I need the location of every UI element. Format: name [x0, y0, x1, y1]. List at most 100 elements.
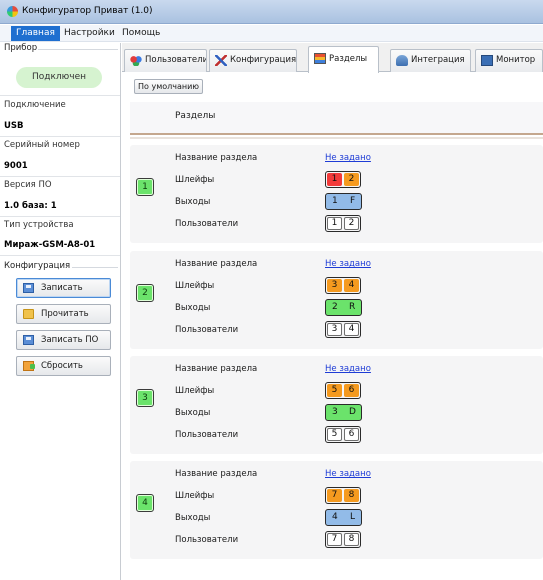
divider	[0, 95, 120, 96]
write-firmware-button-label: Записать ПО	[41, 335, 99, 345]
tab-monitor-label: Монитор	[496, 55, 536, 65]
tools-icon	[215, 55, 227, 66]
outputs-chip[interactable]: 1 F	[325, 193, 362, 210]
menu-item-settings[interactable]: Настройки	[59, 26, 120, 41]
tab-bar: Пользователи Конфигурация Разделы Интегр…	[122, 43, 543, 73]
outputs-chip[interactable]: 3 D	[325, 404, 362, 421]
users-chips[interactable]: 3 4	[325, 321, 361, 338]
serial-number-value: 9001	[4, 161, 28, 171]
outputs-chip[interactable]: 2 R	[325, 299, 362, 316]
users-chips[interactable]: 7 8	[325, 531, 361, 548]
loop-chip[interactable]: 6	[344, 384, 359, 397]
user-chip[interactable]: 2	[344, 217, 359, 230]
connection-label: Подключение	[4, 100, 66, 110]
outputs-label: Выходы	[175, 513, 211, 523]
users-chips[interactable]: 1 2	[325, 215, 361, 232]
device-type-value: Мираж-GSM-A8-01	[4, 240, 96, 250]
write-firmware-button[interactable]: Записать ПО	[16, 330, 111, 350]
header-divider	[130, 137, 543, 139]
users-label: Пользователи	[175, 430, 239, 440]
output-number: 4	[332, 512, 338, 522]
output-number: 1	[332, 196, 338, 206]
loops-chips[interactable]: 3 4	[325, 277, 361, 294]
loops-label: Шлейфы	[175, 386, 215, 396]
reset-button[interactable]: Сбросить	[16, 356, 111, 376]
outputs-chip[interactable]: 4 L	[325, 509, 362, 526]
output-letter: F	[350, 196, 356, 206]
loop-chip[interactable]: 7	[327, 489, 342, 502]
read-button[interactable]: Прочитать	[16, 304, 111, 324]
section-name-label: Название раздела	[175, 153, 258, 163]
divider	[0, 136, 120, 137]
section-number-badge[interactable]: 4	[136, 494, 154, 512]
tab-sections-label: Разделы	[329, 54, 368, 64]
user-chip[interactable]: 7	[327, 533, 342, 546]
user-chip[interactable]: 6	[344, 428, 359, 441]
sections-header-title: Разделы	[175, 111, 216, 121]
tab-configuration[interactable]: Конфигурация	[209, 49, 297, 72]
reset-button-label: Сбросить	[41, 361, 83, 371]
section-number-badge[interactable]: 3	[136, 389, 154, 407]
menu-item-main[interactable]: Главная	[11, 26, 60, 41]
loops-label: Шлейфы	[175, 175, 215, 185]
loops-chips[interactable]: 5 6	[325, 382, 361, 399]
divider	[0, 255, 120, 256]
user-chip[interactable]: 5	[327, 428, 342, 441]
folder-icon	[23, 309, 34, 319]
defaults-button[interactable]: По умолчанию	[134, 79, 204, 94]
window-title: Конфигуратор Приват (1.0)	[22, 6, 153, 16]
loops-label: Шлейфы	[175, 491, 215, 501]
loop-chip[interactable]: 3	[327, 279, 342, 292]
group-divider	[72, 267, 118, 268]
users-label: Пользователи	[175, 219, 239, 229]
loops-chips[interactable]: 7 8	[325, 487, 361, 504]
write-button[interactable]: Записать	[16, 278, 111, 298]
output-letter: L	[350, 512, 356, 522]
floppy-disk-icon	[23, 335, 34, 345]
loop-chip[interactable]: 8	[344, 489, 359, 502]
tab-integration-label: Интеграция	[411, 55, 465, 65]
divider	[0, 216, 120, 217]
output-number: 3	[332, 407, 338, 417]
monitor-icon	[481, 55, 493, 66]
config-group-label: Конфигурация	[4, 261, 71, 271]
user-chip[interactable]: 1	[327, 217, 342, 230]
section-name-link[interactable]: Не задано	[325, 469, 371, 479]
connection-value: USB	[4, 121, 24, 131]
users-chips[interactable]: 5 6	[325, 426, 361, 443]
outputs-label: Выходы	[175, 303, 211, 313]
loop-chip[interactable]: 1	[327, 173, 342, 186]
tab-users-label: Пользователи	[145, 55, 207, 65]
section-name-link[interactable]: Не задано	[325, 364, 371, 374]
menu-bar: Главная Настройки Помощь	[0, 25, 543, 42]
reset-icon	[23, 361, 35, 371]
loop-chip[interactable]: 4	[344, 279, 359, 292]
outputs-label: Выходы	[175, 408, 211, 418]
section-card: 4 Название раздела Не задано Шлейфы 7 8 …	[130, 461, 543, 559]
menu-item-help[interactable]: Помощь	[117, 26, 165, 41]
device-sidebar: Прибор Подключен Подключение USB Серийны…	[0, 43, 121, 580]
user-chip[interactable]: 8	[344, 533, 359, 546]
tab-monitor[interactable]: Монитор	[475, 49, 543, 72]
output-letter: D	[349, 407, 356, 417]
tab-integration[interactable]: Интеграция	[390, 49, 471, 72]
user-chip[interactable]: 3	[327, 323, 342, 336]
loops-chips[interactable]: 1 2	[325, 171, 361, 188]
section-number-badge[interactable]: 1	[136, 178, 154, 196]
section-name-link[interactable]: Не задано	[325, 153, 371, 163]
output-number: 2	[332, 302, 338, 312]
user-chip[interactable]: 4	[344, 323, 359, 336]
loop-chip[interactable]: 5	[327, 384, 342, 397]
loop-chip[interactable]: 2	[344, 173, 359, 186]
divider	[0, 176, 120, 177]
firmware-version-value: 1.0 база: 1	[4, 201, 57, 211]
section-name-label: Название раздела	[175, 364, 258, 374]
device-group-label: Прибор	[4, 43, 38, 53]
tab-users[interactable]: Пользователи	[124, 49, 207, 72]
section-name-link[interactable]: Не задано	[325, 259, 371, 269]
write-button-label: Записать	[41, 283, 83, 293]
tab-sections[interactable]: Разделы	[308, 46, 379, 73]
section-card: 3 Название раздела Не задано Шлейфы 5 6 …	[130, 356, 543, 454]
integration-icon	[396, 55, 408, 66]
section-number-badge[interactable]: 2	[136, 284, 154, 302]
